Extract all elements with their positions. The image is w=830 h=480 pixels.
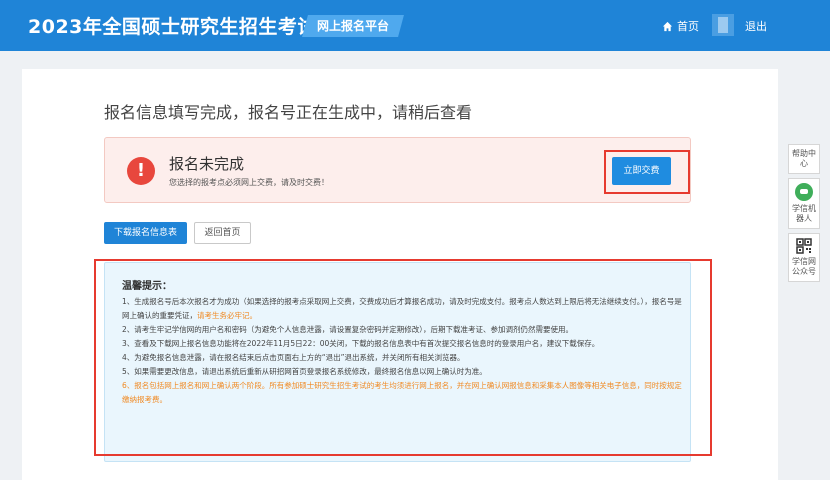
wechat-button[interactable]: 学信网公众号 bbox=[788, 233, 820, 282]
platform-tag: 网上报名平台 bbox=[302, 15, 404, 37]
robot-button[interactable]: 学信机器人 bbox=[788, 178, 820, 229]
tip-item: 5、如果需要更改信息，请退出系统后重新从研招网首页登录报名系统修改，最终报名信息… bbox=[122, 367, 487, 376]
tip-item: 3、查看及下载网上报名信息功能将在2022年11月5日22：00关闭，下载的报名… bbox=[122, 339, 600, 348]
tip-highlight: 请考生务必牢记。 bbox=[197, 311, 257, 320]
exclamation-icon: ! bbox=[127, 157, 155, 185]
home-icon bbox=[662, 21, 673, 31]
help-center-button[interactable]: 帮助中心 bbox=[788, 144, 820, 174]
home-link[interactable]: 首页 bbox=[662, 18, 699, 34]
robot-label: 学信机器人 bbox=[792, 204, 816, 223]
robot-icon bbox=[795, 183, 813, 201]
pay-now-button[interactable]: 立即交费 bbox=[612, 157, 671, 185]
tip-item: 2、请考生牢记学信网的用户名和密码（为避免个人信息泄露，请设置复杂密码并定期修改… bbox=[122, 325, 574, 334]
back-home-button[interactable]: 返回首页 bbox=[194, 222, 251, 244]
tip-item: 4、为避免报名信息泄露，请在报名结束后点击页面右上方的“退出”退出系统，并关闭所… bbox=[122, 353, 465, 362]
help-center-label: 帮助中心 bbox=[792, 149, 816, 168]
page-heading: 报名信息填写完成，报名号正在生成中，请稍后查看 bbox=[104, 103, 473, 122]
tip-item-warning: 6、报名包括网上报名和网上确认两个阶段。所有参加硕士研究生招生考试的考生均须进行… bbox=[122, 381, 682, 404]
tips-title: 温馨提示： bbox=[122, 281, 172, 292]
top-header: 2023年全国硕士研究生招生考试 网上报名平台 首页 退出 bbox=[0, 0, 830, 51]
qr-code-icon bbox=[796, 238, 812, 254]
floating-side-panel: 帮助中心 学信机器人 学信网公众号 bbox=[788, 144, 820, 282]
home-link-label: 首页 bbox=[677, 20, 699, 33]
payment-alert: ! 报名未完成 您选择的报考点必须网上交费，请及时交费！ bbox=[104, 137, 691, 203]
alert-title: 报名未完成 bbox=[169, 155, 245, 173]
alert-description: 您选择的报考点必须网上交费，请及时交费！ bbox=[169, 178, 329, 187]
site-title: 2023年全国硕士研究生招生考试 bbox=[28, 16, 317, 38]
download-form-button[interactable]: 下载报名信息表 bbox=[104, 222, 187, 244]
logout-link[interactable]: 退出 bbox=[745, 18, 767, 34]
wechat-label: 学信网公众号 bbox=[792, 257, 816, 276]
tips-list: 1、生成报名号后本次报名才为成功（如果选择的报考点采取网上交费，交费成功后才算报… bbox=[122, 295, 682, 407]
user-avatar[interactable] bbox=[712, 14, 734, 36]
platform-tag-label: 网上报名平台 bbox=[316, 19, 389, 33]
tip-item: 1、生成报名号后本次报名才为成功（如果选择的报考点采取网上交费，交费成功后才算报… bbox=[122, 295, 682, 323]
